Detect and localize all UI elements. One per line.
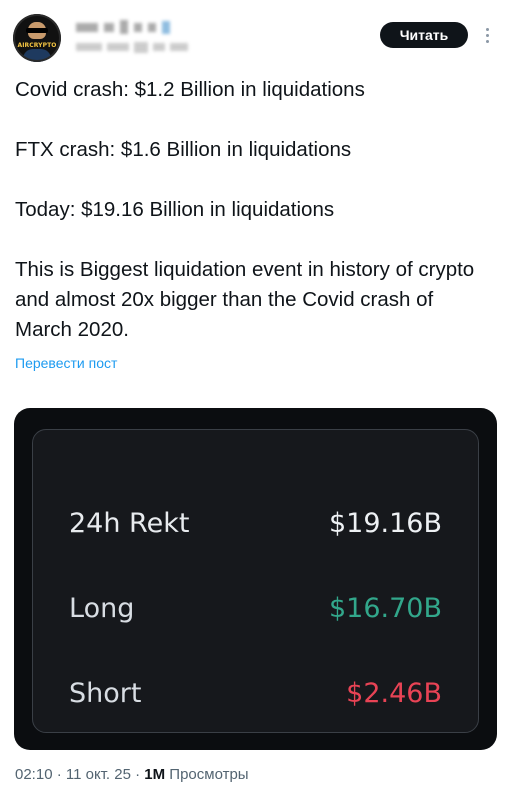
stat-value-long: $16.70B [329,592,442,624]
display-name-redacted[interactable] [76,18,170,36]
stat-row-short: Short $2.46B [69,673,442,713]
views-count: 1M [144,766,166,783]
stat-value-total: $19.16B [329,507,442,539]
avatar[interactable]: AIRCRYPTO [13,14,61,62]
stat-row-total: 24h Rekt $19.16B [69,503,442,543]
translate-post-link[interactable]: Перевести пост [15,355,117,371]
post-date[interactable]: 11 окт. 25 [66,766,131,783]
tweet-text-line: Covid crash: $1.2 Billion in liquidation… [15,78,365,101]
stat-label: Short [69,677,142,709]
tweet-text-paragraph: This is Biggest liquidation event in his… [15,258,475,341]
post-time[interactable]: 02:10 [15,766,53,783]
tweet-text-line: FTX crash: $1.6 Billion in liquidations [15,138,352,161]
liquidation-stats-panel: 24h Rekt $19.16B Long $16.70B Short $2.4… [32,429,479,733]
more-options-icon[interactable] [480,22,494,48]
separator: · [135,766,141,783]
separator: · [56,766,62,783]
username-redacted[interactable] [76,40,188,54]
tweet-metadata: 02:10 · 11 окт. 25 · 1M Просмотры [15,766,249,783]
stat-value-short: $2.46B [346,677,442,709]
stat-row-long: Long $16.70B [69,588,442,628]
stat-label: Long [69,592,135,624]
tweet-image[interactable]: 24h Rekt $19.16B Long $16.70B Short $2.4… [14,408,497,750]
views-label: Просмотры [169,766,249,783]
stat-label: 24h Rekt [69,507,190,539]
tweet-text-line: Today: $19.16 Billion in liquidations [15,198,335,221]
read-button[interactable]: Читать [380,22,468,48]
